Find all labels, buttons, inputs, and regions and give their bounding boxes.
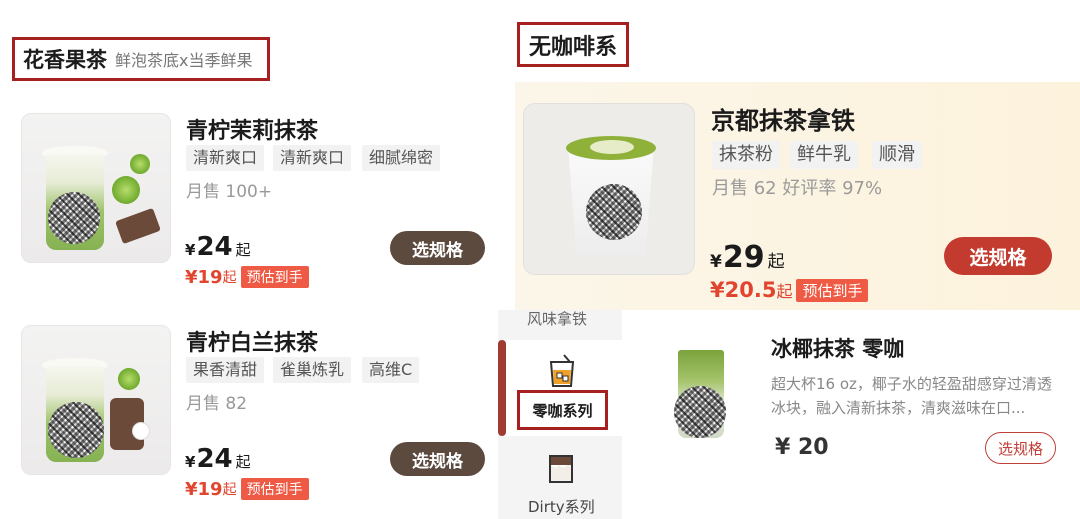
estimated-price-suffix: 起 (776, 282, 793, 301)
price-value: 24 (196, 232, 233, 262)
product-tag: 细腻绵密 (362, 145, 441, 171)
currency-symbol: ¥ (185, 453, 196, 471)
product-tag: 果香清甜 (186, 357, 265, 383)
featured-price-row: ¥ 29 起 (710, 240, 785, 275)
product-tag: 抹茶粉 (712, 141, 780, 169)
estimated-price-suffix: 起 (222, 270, 237, 286)
section-title-floral-fruit-tea: 花香果茶 鲜泡茶底x当季鲜果 (12, 37, 270, 81)
product-tag: 清新爽口 (186, 145, 265, 171)
price-suffix: 起 (235, 453, 251, 471)
select-spec-button[interactable]: 选规格 (985, 432, 1056, 464)
estimated-price: ¥20.5 (710, 278, 777, 302)
sidebar-item-dirty[interactable]: Dirty系列 (528, 496, 595, 517)
product-name[interactable]: 青柠茉莉抹茶 (186, 113, 318, 145)
select-spec-button[interactable]: 选规格 (390, 442, 485, 476)
price-value: 29 (722, 240, 765, 275)
product-image-lime-magnolia-matcha[interactable] (21, 325, 171, 475)
product-image-kyoto-matcha-latte[interactable] (523, 103, 695, 275)
price-suffix: 起 (767, 252, 785, 272)
section-title: 花香果茶 (23, 48, 107, 72)
estimated-price-row: ¥19 起 预估到手 (185, 266, 309, 288)
product-tag: 清新爽口 (273, 145, 352, 171)
estimated-price: ¥19 (185, 478, 223, 500)
sidebar-item-label-active[interactable]: 零咖系列 (517, 390, 608, 430)
estimated-price-row: ¥19 起 预估到手 (185, 478, 309, 500)
sidebar-active-indicator (498, 340, 506, 436)
product-tag: 高维C (362, 357, 420, 383)
estimated-badge: 预估到手 (796, 278, 869, 302)
product-description: 超大杯16 oz，椰子水的轻盈甜感穿过清透冰块，融入清新抹茶，清爽滋味在口... (771, 375, 1052, 417)
estimated-price: ¥19 (185, 266, 223, 288)
product-name[interactable]: 冰椰抹茶 零咖 (771, 333, 904, 363)
featured-estimated-row: ¥20.5 起 预估到手 (710, 278, 869, 302)
price-row: ¥ 24 起 (185, 444, 251, 474)
featured-stats: 月售 62 好评率 97% (712, 178, 883, 199)
estimated-badge: 预估到手 (240, 478, 309, 500)
section-subtitle: 鲜泡茶底x当季鲜果 (115, 51, 253, 70)
estimated-badge: 预估到手 (240, 266, 309, 288)
currency-symbol: ¥ (185, 241, 196, 259)
estimated-price-suffix: 起 (222, 482, 237, 498)
product-image-lime-jasmine-matcha[interactable] (21, 113, 171, 263)
featured-product-name[interactable]: 京都抹茶拿铁 (711, 101, 855, 136)
price-value: 24 (196, 444, 233, 474)
product-tag: 顺滑 (872, 141, 922, 169)
sidebar-item-flavor-latte[interactable]: 风味拿铁 (527, 308, 587, 329)
product-tag: 鲜牛乳 (790, 141, 858, 169)
product-price: ¥ 20 (775, 435, 829, 460)
iced-drink-icon (549, 354, 575, 387)
currency-symbol: ¥ (710, 252, 722, 272)
product-name[interactable]: 青柠白兰抹茶 (186, 325, 318, 357)
select-spec-button[interactable]: 选规格 (944, 237, 1052, 275)
product-tag: 雀巢炼乳 (273, 357, 352, 383)
product-image-coconut-matcha[interactable] (666, 340, 736, 450)
price-suffix: 起 (235, 241, 251, 259)
monthly-sales: 月售 100+ (186, 182, 273, 202)
section-title-no-coffee: 无咖啡系 (517, 22, 629, 67)
monthly-sales: 月售 82 (186, 394, 248, 414)
dirty-cup-icon (549, 455, 573, 483)
price-row: ¥ 24 起 (185, 232, 251, 262)
select-spec-button[interactable]: 选规格 (390, 231, 485, 265)
